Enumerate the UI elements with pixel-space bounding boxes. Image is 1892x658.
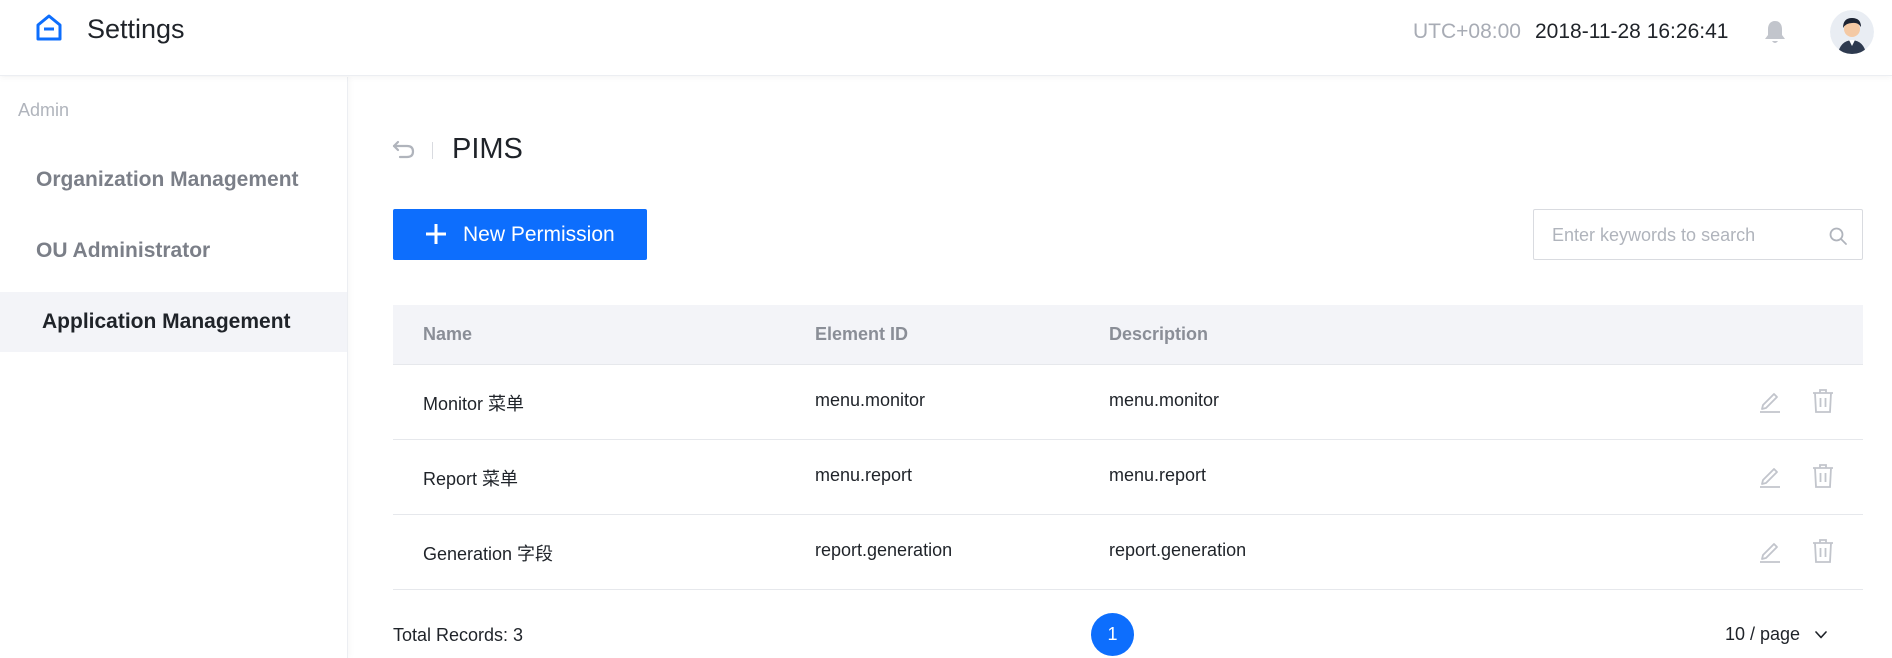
table-row: Generation 字段 report.generation report.g…	[393, 515, 1863, 590]
table-row: Report 菜单 menu.report menu.report	[393, 440, 1863, 515]
pagination-page-1[interactable]: 1	[1091, 613, 1134, 656]
page-size-select[interactable]: 10 / page	[1725, 624, 1827, 645]
sidebar: Admin Organization Management OU Adminis…	[0, 77, 348, 658]
bell-icon[interactable]	[1762, 18, 1788, 46]
back-icon[interactable]	[392, 138, 416, 160]
permissions-table: Name Element ID Description Monitor 菜单 m…	[393, 305, 1863, 590]
home-icon[interactable]	[34, 12, 64, 42]
search-icon[interactable]	[1828, 226, 1848, 246]
page-title: PIMS	[452, 133, 523, 165]
top-header: Settings UTC+08:00 2018-11-28 16:26:41	[0, 0, 1892, 76]
cell-name: Report 菜单	[423, 469, 519, 489]
cell-element-id: menu.report	[815, 465, 913, 485]
plus-icon	[426, 224, 446, 244]
chevron-down-icon	[1815, 631, 1827, 639]
trash-icon[interactable]	[1811, 388, 1835, 414]
sidebar-item-label: OU Administrator	[36, 239, 211, 262]
page-size-label: 10 / page	[1725, 624, 1801, 644]
timezone-label: UTC+08:00	[1413, 20, 1521, 43]
total-records: Total Records: 3	[393, 625, 524, 645]
sidebar-section-label: Admin	[18, 100, 70, 120]
column-header-element-id: Element ID	[815, 324, 909, 344]
app-title: Settings	[87, 14, 185, 44]
cell-description: menu.monitor	[1109, 390, 1220, 410]
trash-icon[interactable]	[1811, 538, 1835, 564]
search-box	[1533, 209, 1863, 260]
table-row: Monitor 菜单 menu.monitor menu.monitor	[393, 365, 1863, 440]
new-permission-label: New Permission	[463, 223, 615, 246]
cell-name: Monitor 菜单	[423, 394, 525, 414]
title-divider	[432, 142, 433, 159]
current-datetime: 2018-11-28 16:26:41	[1535, 20, 1729, 43]
trash-icon[interactable]	[1811, 463, 1835, 489]
cell-element-id: menu.monitor	[815, 390, 926, 410]
sidebar-item-application-management[interactable]: Application Management	[0, 292, 347, 352]
column-header-description: Description	[1109, 324, 1209, 344]
cell-description: menu.report	[1109, 465, 1207, 485]
edit-icon[interactable]	[1757, 388, 1783, 414]
sidebar-item-label: Organization Management	[36, 168, 299, 191]
sidebar-item-organization-management[interactable]: Organization Management	[0, 150, 347, 210]
cell-description: report.generation	[1109, 540, 1247, 560]
new-permission-button[interactable]: New Permission	[393, 209, 647, 260]
cell-element-id: report.generation	[815, 540, 953, 560]
edit-icon[interactable]	[1757, 463, 1783, 489]
sidebar-item-ou-administrator[interactable]: OU Administrator	[0, 221, 347, 281]
table-header: Name Element ID Description	[393, 305, 1863, 365]
column-header-name: Name	[423, 324, 473, 344]
sidebar-item-label: Application Management	[42, 310, 291, 333]
edit-icon[interactable]	[1757, 538, 1783, 564]
avatar[interactable]	[1830, 10, 1874, 54]
cell-name: Generation 字段	[423, 544, 554, 564]
search-input[interactable]	[1552, 222, 1822, 248]
